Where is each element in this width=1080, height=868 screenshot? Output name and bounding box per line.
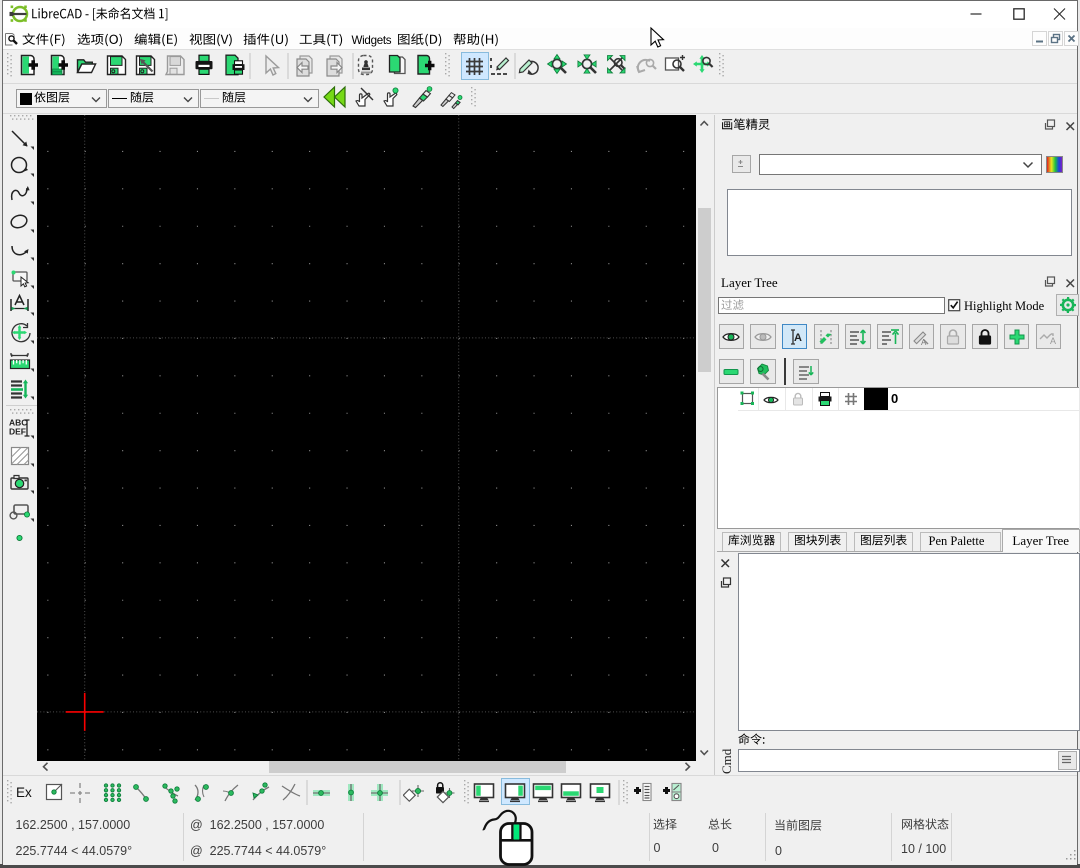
svg-text:A: A (921, 338, 927, 347)
svg-text:A: A (1050, 336, 1056, 346)
svg-text:A: A (794, 332, 802, 344)
svg-text:DEF: DEF (9, 427, 26, 437)
